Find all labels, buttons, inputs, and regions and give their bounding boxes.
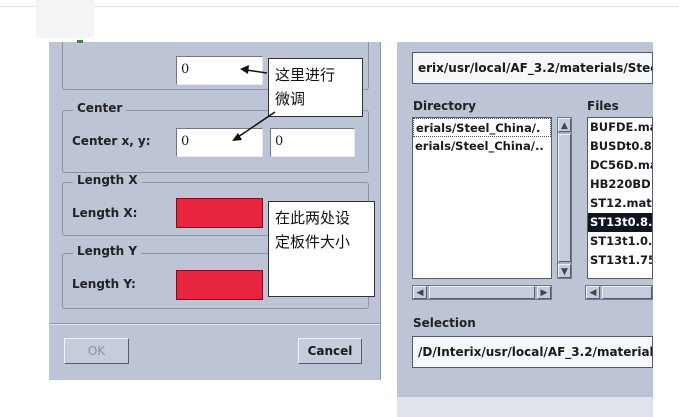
length-y-label: Length Y:	[72, 277, 136, 291]
directory-vscroll-thumb[interactable]	[558, 134, 571, 262]
directory-hscrollbar[interactable]: ◀ ▶	[412, 285, 552, 300]
callout-fine-tune: 这里进行 微调	[268, 58, 363, 117]
directory-item[interactable]: erials/Steel_China/.	[413, 118, 551, 137]
file-item[interactable]: ST12.mat	[588, 194, 652, 213]
file-item[interactable]: BUSDt0.8	[588, 137, 652, 156]
file-item[interactable]: BUFDE.ma	[588, 118, 652, 137]
top-divider	[0, 6, 679, 7]
file-item-selected[interactable]: ST13t0.8.	[588, 213, 652, 232]
selection-label: Selection	[413, 316, 476, 330]
directory-list[interactable]: erials/Steel_China/. erials/Steel_China/…	[412, 117, 552, 279]
center-x-field[interactable]: 0	[176, 128, 263, 157]
files-hscrollbar[interactable]: ◀	[585, 285, 653, 300]
length-y-legend: Length Y	[73, 244, 142, 258]
directory-hscroll-thumb[interactable]	[429, 286, 535, 299]
directory-item[interactable]: erials/Steel_China/..	[413, 137, 551, 156]
callout-fine-tune-line1: 这里进行	[275, 66, 336, 84]
scroll-left-icon[interactable]: ◀	[413, 286, 427, 299]
selection-field[interactable]: /D/Interix/usr/local/AF_3.2/materials	[412, 336, 653, 368]
scroll-left-icon[interactable]: ◀	[586, 286, 600, 299]
file-item[interactable]: ST13t1.75	[588, 251, 652, 270]
file-item[interactable]: ST13t1.0.	[588, 232, 652, 251]
scroll-right-icon[interactable]: ▶	[537, 286, 551, 299]
callout-set-size-line1: 在此两处设	[275, 209, 351, 227]
files-label: Files	[587, 99, 619, 113]
files-list[interactable]: BUFDE.ma BUSDt0.8 DC56D.ma HB220BD ST12.…	[587, 117, 653, 279]
button-separator	[50, 323, 380, 325]
file-item[interactable]: DC56D.ma	[588, 156, 652, 175]
directory-label: Directory	[413, 99, 476, 113]
callout-set-size: 在此两处设 定板件大小	[268, 201, 375, 297]
length-x-label: Length X:	[72, 206, 138, 220]
length-x-field[interactable]	[176, 198, 263, 228]
center-legend: Center	[73, 101, 127, 115]
length-y-field[interactable]	[176, 270, 263, 300]
file-item[interactable]: HB220BD	[588, 175, 652, 194]
scroll-up-icon[interactable]: ▲	[558, 118, 571, 132]
scroll-down-icon[interactable]: ▼	[558, 264, 571, 278]
center-y-field[interactable]: 0	[270, 128, 355, 157]
callout-set-size-line2: 定板件大小	[275, 233, 351, 251]
bottom-strip	[397, 397, 653, 417]
filter-field[interactable]: erix/usr/local/AF_3.2/materials/Stee	[412, 52, 653, 84]
top-value-field[interactable]: 0	[176, 56, 263, 85]
top-tab-shape	[36, 0, 94, 38]
center-xy-label: Center x, y:	[72, 134, 151, 148]
directory-vscrollbar[interactable]: ▲ ▼	[557, 117, 572, 279]
length-x-legend: Length X	[73, 173, 142, 187]
callout-fine-tune-line2: 微调	[275, 90, 306, 108]
cancel-button[interactable]: Cancel	[298, 338, 362, 364]
files-hscroll-thumb[interactable]	[602, 286, 652, 299]
ok-button[interactable]: OK	[64, 338, 129, 364]
